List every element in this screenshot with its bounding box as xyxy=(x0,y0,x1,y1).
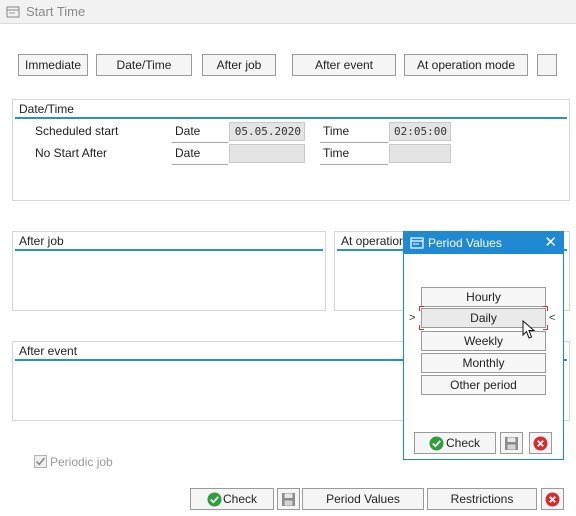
label-underline xyxy=(172,142,228,143)
title-bar: Start Time xyxy=(0,0,576,24)
window-title: Start Time xyxy=(26,4,86,19)
close-icon[interactable]: ✕ xyxy=(544,234,557,251)
periodic-job-label: Periodic job xyxy=(50,455,113,469)
after-job-group-title: After job xyxy=(19,234,64,248)
focus-arrow-right-icon: < xyxy=(549,312,556,324)
label-underline xyxy=(320,164,388,165)
label-underline xyxy=(320,142,388,143)
no-start-after-date-field[interactable] xyxy=(229,144,305,163)
period-values-dialog: Period Values ✕ Hourly > < Daily Weekly … xyxy=(403,231,564,460)
period-values-title: Period Values xyxy=(428,236,502,250)
checkmark-icon xyxy=(429,436,444,451)
popup-cancel-button[interactable] xyxy=(529,432,552,454)
check-button-label: Check xyxy=(222,492,257,506)
save-button[interactable] xyxy=(277,488,300,510)
save-icon xyxy=(282,493,295,506)
hourly-button[interactable]: Hourly xyxy=(421,287,546,307)
cancel-icon xyxy=(545,492,560,507)
at-operation-mode-button[interactable]: At operation mode xyxy=(404,54,528,76)
period-values-title-bar: Period Values ✕ xyxy=(404,232,563,254)
after-job-group: After job xyxy=(12,231,326,311)
scheduled-start-date-field[interactable]: 05.05.2020 xyxy=(229,122,305,141)
no-start-after-label: No Start After xyxy=(35,146,108,160)
date-time-group-title: Date/Time xyxy=(19,102,74,116)
group-divider xyxy=(15,249,323,251)
mouse-cursor-icon xyxy=(522,320,536,339)
cancel-icon xyxy=(533,436,548,451)
window-icon xyxy=(410,237,424,249)
checkmark-icon xyxy=(207,492,222,507)
popup-check-button[interactable]: Check xyxy=(414,432,496,454)
scheduled-start-label: Scheduled start xyxy=(35,124,119,138)
after-event-group-title: After event xyxy=(19,344,78,358)
popup-check-label: Check xyxy=(445,436,480,450)
date-time-button[interactable]: Date/Time xyxy=(96,54,192,76)
window-icon xyxy=(6,6,20,18)
focus-arrow-left-icon: > xyxy=(409,312,416,324)
label-underline xyxy=(172,164,228,165)
after-job-button[interactable]: After job xyxy=(202,54,276,76)
checkmark-icon xyxy=(35,457,46,466)
periodic-job-checkbox[interactable] xyxy=(34,455,47,468)
scheduled-start-time-label: Time xyxy=(323,124,350,138)
other-period-button[interactable]: Other period xyxy=(421,375,546,395)
no-start-after-time-field[interactable] xyxy=(389,144,451,163)
no-start-after-date-label: Date xyxy=(175,146,201,160)
period-values-button[interactable]: Period Values xyxy=(302,488,424,510)
check-button[interactable]: Check xyxy=(190,488,274,510)
no-start-after-time-label: Time xyxy=(323,146,350,160)
after-event-button[interactable]: After event xyxy=(292,54,396,76)
cancel-button[interactable] xyxy=(541,488,564,510)
scheduled-start-time-field[interactable]: 02:05:00 xyxy=(389,122,451,141)
monthly-button[interactable]: Monthly xyxy=(421,353,546,373)
save-icon xyxy=(505,437,518,450)
more-options-button[interactable] xyxy=(537,54,557,76)
immediate-button[interactable]: Immediate xyxy=(18,54,88,76)
group-divider xyxy=(15,117,567,119)
start-time-window: Start Time Immediate Date/Time After job… xyxy=(0,0,576,516)
popup-save-button[interactable] xyxy=(500,432,523,454)
restrictions-button[interactable]: Restrictions xyxy=(427,488,537,510)
scheduled-start-date-label: Date xyxy=(175,124,201,138)
